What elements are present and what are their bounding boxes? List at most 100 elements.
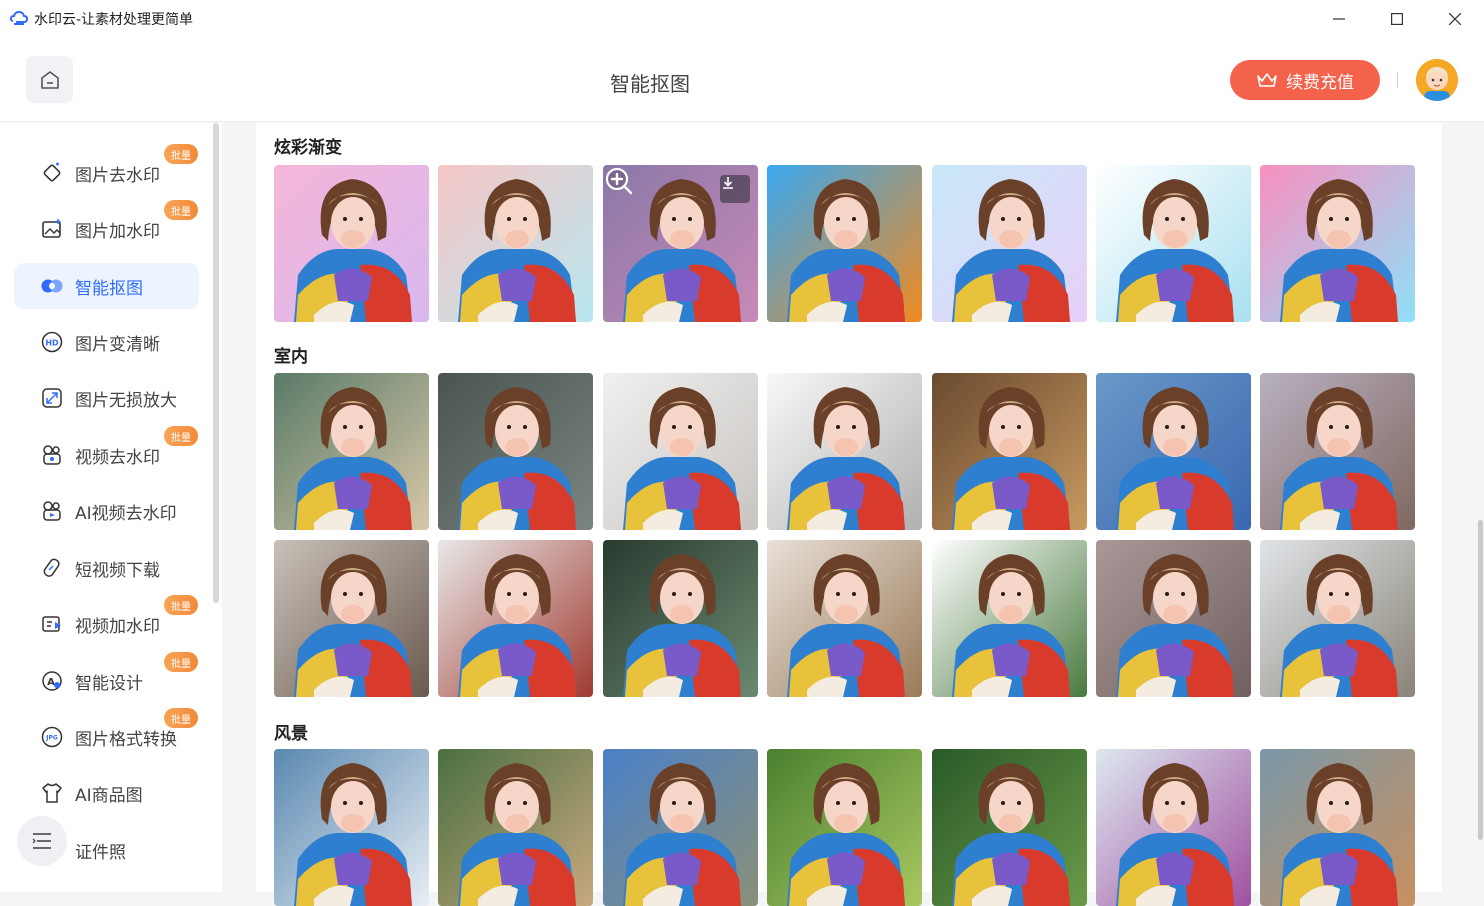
maximize-button[interactable] <box>1368 0 1426 38</box>
sidebar-item-ai-product-image[interactable]: AI商品图 <box>14 770 199 816</box>
sidebar-item-image-enlarge[interactable]: 图片无损放大 <box>14 375 199 421</box>
background-template-thumbnail[interactable] <box>767 749 922 906</box>
sidebar-item-label: 短视频下载 <box>75 560 160 581</box>
sidebar-item-smart-design[interactable]: A 智能设计 批量 <box>14 652 199 704</box>
background-template-thumbnail[interactable] <box>1096 165 1251 322</box>
hd-icon: HD <box>40 330 64 354</box>
tshirt-icon <box>40 781 64 805</box>
background-template-thumbnail[interactable] <box>274 373 429 530</box>
portrait-cutout-preview <box>274 165 429 322</box>
background-template-thumbnail[interactable] <box>1260 749 1415 906</box>
sidebar-item-image-format-convert[interactable]: JPG 图片格式转换 批量 <box>14 708 199 760</box>
portrait-cutout-preview <box>438 540 593 697</box>
batch-badge: 批量 <box>164 426 198 446</box>
batch-badge: 批量 <box>164 200 198 220</box>
background-template-thumbnail[interactable] <box>1096 373 1251 530</box>
background-template-thumbnail[interactable] <box>1096 540 1251 697</box>
window-title: 水印云-让素材处理更简单 <box>34 12 194 28</box>
jpg-icon: JPG <box>40 725 64 749</box>
background-template-thumbnail[interactable] <box>438 165 593 322</box>
background-template-thumbnail[interactable] <box>932 540 1087 697</box>
sidebar-item-short-video-download[interactable]: 短视频下载 <box>14 545 199 591</box>
portrait-cutout-preview <box>603 540 758 697</box>
sidebar-item-label: 视频加水印 <box>75 616 160 637</box>
sidebar-scrollbar[interactable] <box>213 123 219 603</box>
minimize-button[interactable] <box>1310 0 1368 38</box>
background-template-thumbnail[interactable] <box>767 165 922 322</box>
background-template-thumbnail[interactable] <box>603 540 758 697</box>
zoom-in-icon[interactable] <box>603 165 635 197</box>
download-link-icon <box>40 556 64 580</box>
background-template-thumbnail[interactable] <box>932 749 1087 906</box>
avatar-face-icon <box>1416 59 1458 101</box>
sidebar-item-video-watermark-add[interactable]: 视频加水印 批量 <box>14 595 199 647</box>
user-avatar[interactable] <box>1416 59 1458 101</box>
background-template-thumbnail[interactable] <box>767 373 922 530</box>
header-divider <box>1397 72 1398 88</box>
background-template-thumbnail[interactable] <box>438 373 593 530</box>
sidebar-item-image-watermark-add[interactable]: 图片加水印 批量 <box>14 200 199 252</box>
background-template-thumbnail[interactable] <box>274 749 429 906</box>
background-template-thumbnail[interactable] <box>274 540 429 697</box>
portrait-cutout-preview <box>1096 749 1251 906</box>
portrait-cutout-preview <box>1096 373 1251 530</box>
portrait-cutout-preview <box>274 373 429 530</box>
background-template-thumbnail[interactable] <box>932 165 1087 322</box>
portrait-cutout-preview <box>1096 540 1251 697</box>
portrait-cutout-preview <box>1260 165 1415 322</box>
sidebar-item-label: 智能设计 <box>75 673 143 694</box>
portrait-cutout-preview <box>1260 540 1415 697</box>
portrait-cutout-preview <box>767 165 922 322</box>
background-template-thumbnail[interactable] <box>1260 373 1415 530</box>
portrait-cutout-preview <box>274 749 429 906</box>
sidebar-item-ai-video-watermark-remove[interactable]: AI视频去水印 <box>14 488 199 534</box>
background-template-thumbnail[interactable] <box>1260 540 1415 697</box>
portrait-cutout-preview <box>438 749 593 906</box>
portrait-cutout-preview <box>1096 165 1251 322</box>
image-eraser-icon <box>40 161 64 185</box>
portrait-cutout-preview <box>274 540 429 697</box>
svg-text:HD: HD <box>45 339 59 348</box>
menu-icon <box>32 833 51 849</box>
download-button[interactable] <box>720 175 750 203</box>
portrait-cutout-preview <box>603 749 758 906</box>
svg-text:JPG: JPG <box>45 735 58 742</box>
portrait-cutout-preview <box>932 540 1087 697</box>
batch-badge: 批量 <box>164 595 198 615</box>
sidebar-item-label: 图片无损放大 <box>75 390 177 411</box>
sidebar-item-image-hd[interactable]: HD 图片变清晰 <box>14 319 199 365</box>
portrait-cutout-preview <box>932 165 1087 322</box>
sidebar-item-label: 视频去水印 <box>75 447 160 468</box>
background-template-thumbnail[interactable] <box>438 749 593 906</box>
crown-icon <box>1257 73 1277 87</box>
collapse-menu-button[interactable] <box>17 816 67 866</box>
main-content: 炫彩渐变 室内 风景 <box>256 123 1442 906</box>
background-template-thumbnail[interactable] <box>603 373 758 530</box>
background-template-thumbnail[interactable] <box>603 749 758 906</box>
section-title-scenery: 风景 <box>274 724 308 744</box>
background-template-thumbnail[interactable] <box>932 373 1087 530</box>
close-button[interactable] <box>1426 0 1484 38</box>
background-template-thumbnail[interactable] <box>767 540 922 697</box>
main-scrollbar[interactable] <box>1478 520 1483 840</box>
recharge-label: 续费充值 <box>1286 72 1354 93</box>
background-template-thumbnail[interactable] <box>274 165 429 322</box>
portrait-cutout-preview <box>438 373 593 530</box>
background-template-thumbnail[interactable] <box>438 540 593 697</box>
background-template-thumbnail[interactable] <box>1260 165 1415 322</box>
title-bar: 水印云-让素材处理更简单 <box>0 0 1484 38</box>
sidebar-item-image-watermark-remove[interactable]: 图片去水印 批量 <box>14 144 199 196</box>
sidebar: 图片去水印 批量 图片加水印 批量 智能抠图 HD 图片变清晰 图片无损放大 视… <box>0 123 222 892</box>
sidebar-item-smart-cutout[interactable]: 智能抠图 <box>14 263 199 309</box>
background-template-thumbnail[interactable] <box>603 165 758 322</box>
portrait-cutout-preview <box>767 373 922 530</box>
maximize-icon <box>1391 13 1403 25</box>
recharge-button[interactable]: 续费充值 <box>1230 60 1380 100</box>
close-icon <box>1449 13 1461 25</box>
minimize-icon <box>1333 18 1345 20</box>
portrait-cutout-preview <box>932 373 1087 530</box>
background-template-thumbnail[interactable] <box>1096 749 1251 906</box>
sidebar-item-label: AI视频去水印 <box>75 503 177 524</box>
sidebar-item-video-watermark-remove[interactable]: 视频去水印 批量 <box>14 426 199 478</box>
cutout-icon <box>40 274 64 298</box>
